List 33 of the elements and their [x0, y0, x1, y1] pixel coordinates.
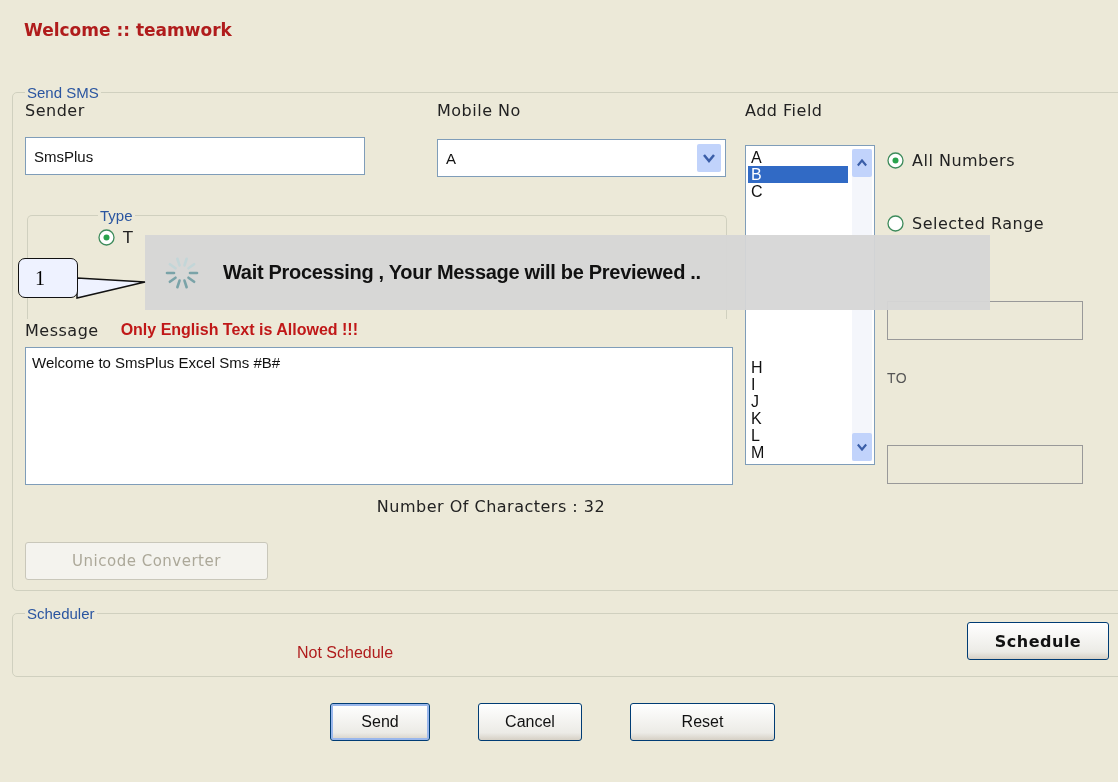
list-item[interactable]: B — [748, 166, 848, 183]
radio-label: All Numbers — [912, 151, 1016, 170]
action-button[interactable]: Reset — [630, 703, 775, 741]
mobile-dropdown[interactable]: A — [437, 139, 726, 177]
field-label: Add Field — [745, 101, 824, 122]
action-button[interactable]: Cancel — [478, 703, 582, 741]
list-item[interactable]: J — [748, 393, 848, 410]
list-item[interactable]: M — [748, 444, 848, 461]
action-button[interactable]: Send — [330, 703, 430, 741]
field-label: Sender — [25, 101, 86, 122]
list-item[interactable]: A — [748, 149, 848, 166]
range-to-label: TO — [887, 370, 909, 388]
page-title: Welcome :: teamwork — [23, 20, 233, 42]
processing-message: Wait Processing , Your Message will be Previewed .. — [223, 261, 701, 284]
radio-label: Selected Range — [912, 214, 1045, 233]
warning-text: Only English Text is Allowed !!! — [120, 321, 358, 339]
sender-field[interactable]: SmsPlus — [25, 137, 365, 175]
list-item[interactable]: C — [748, 183, 848, 200]
radio-label: T — [123, 228, 134, 247]
list-item[interactable]: K — [748, 410, 848, 427]
schedule-status: Not Schedule — [297, 644, 394, 662]
schedule-button[interactable]: Schedule — [967, 622, 1109, 660]
list-item[interactable]: L — [748, 427, 848, 444]
field-label: Message — [25, 321, 99, 340]
callout-marker: 1 — [18, 258, 78, 298]
list-item[interactable]: H — [748, 359, 848, 376]
field-label: Mobile No — [437, 101, 522, 122]
group-title: Type — [99, 207, 134, 224]
message-field[interactable]: Welcome to SmsPlus Excel Sms #B# — [25, 347, 733, 485]
character-count: Number Of Characters : 32 — [376, 497, 606, 516]
group-title: Send SMS — [26, 84, 100, 101]
group-title: Scheduler — [26, 605, 96, 622]
list-item[interactable]: I — [748, 376, 848, 393]
